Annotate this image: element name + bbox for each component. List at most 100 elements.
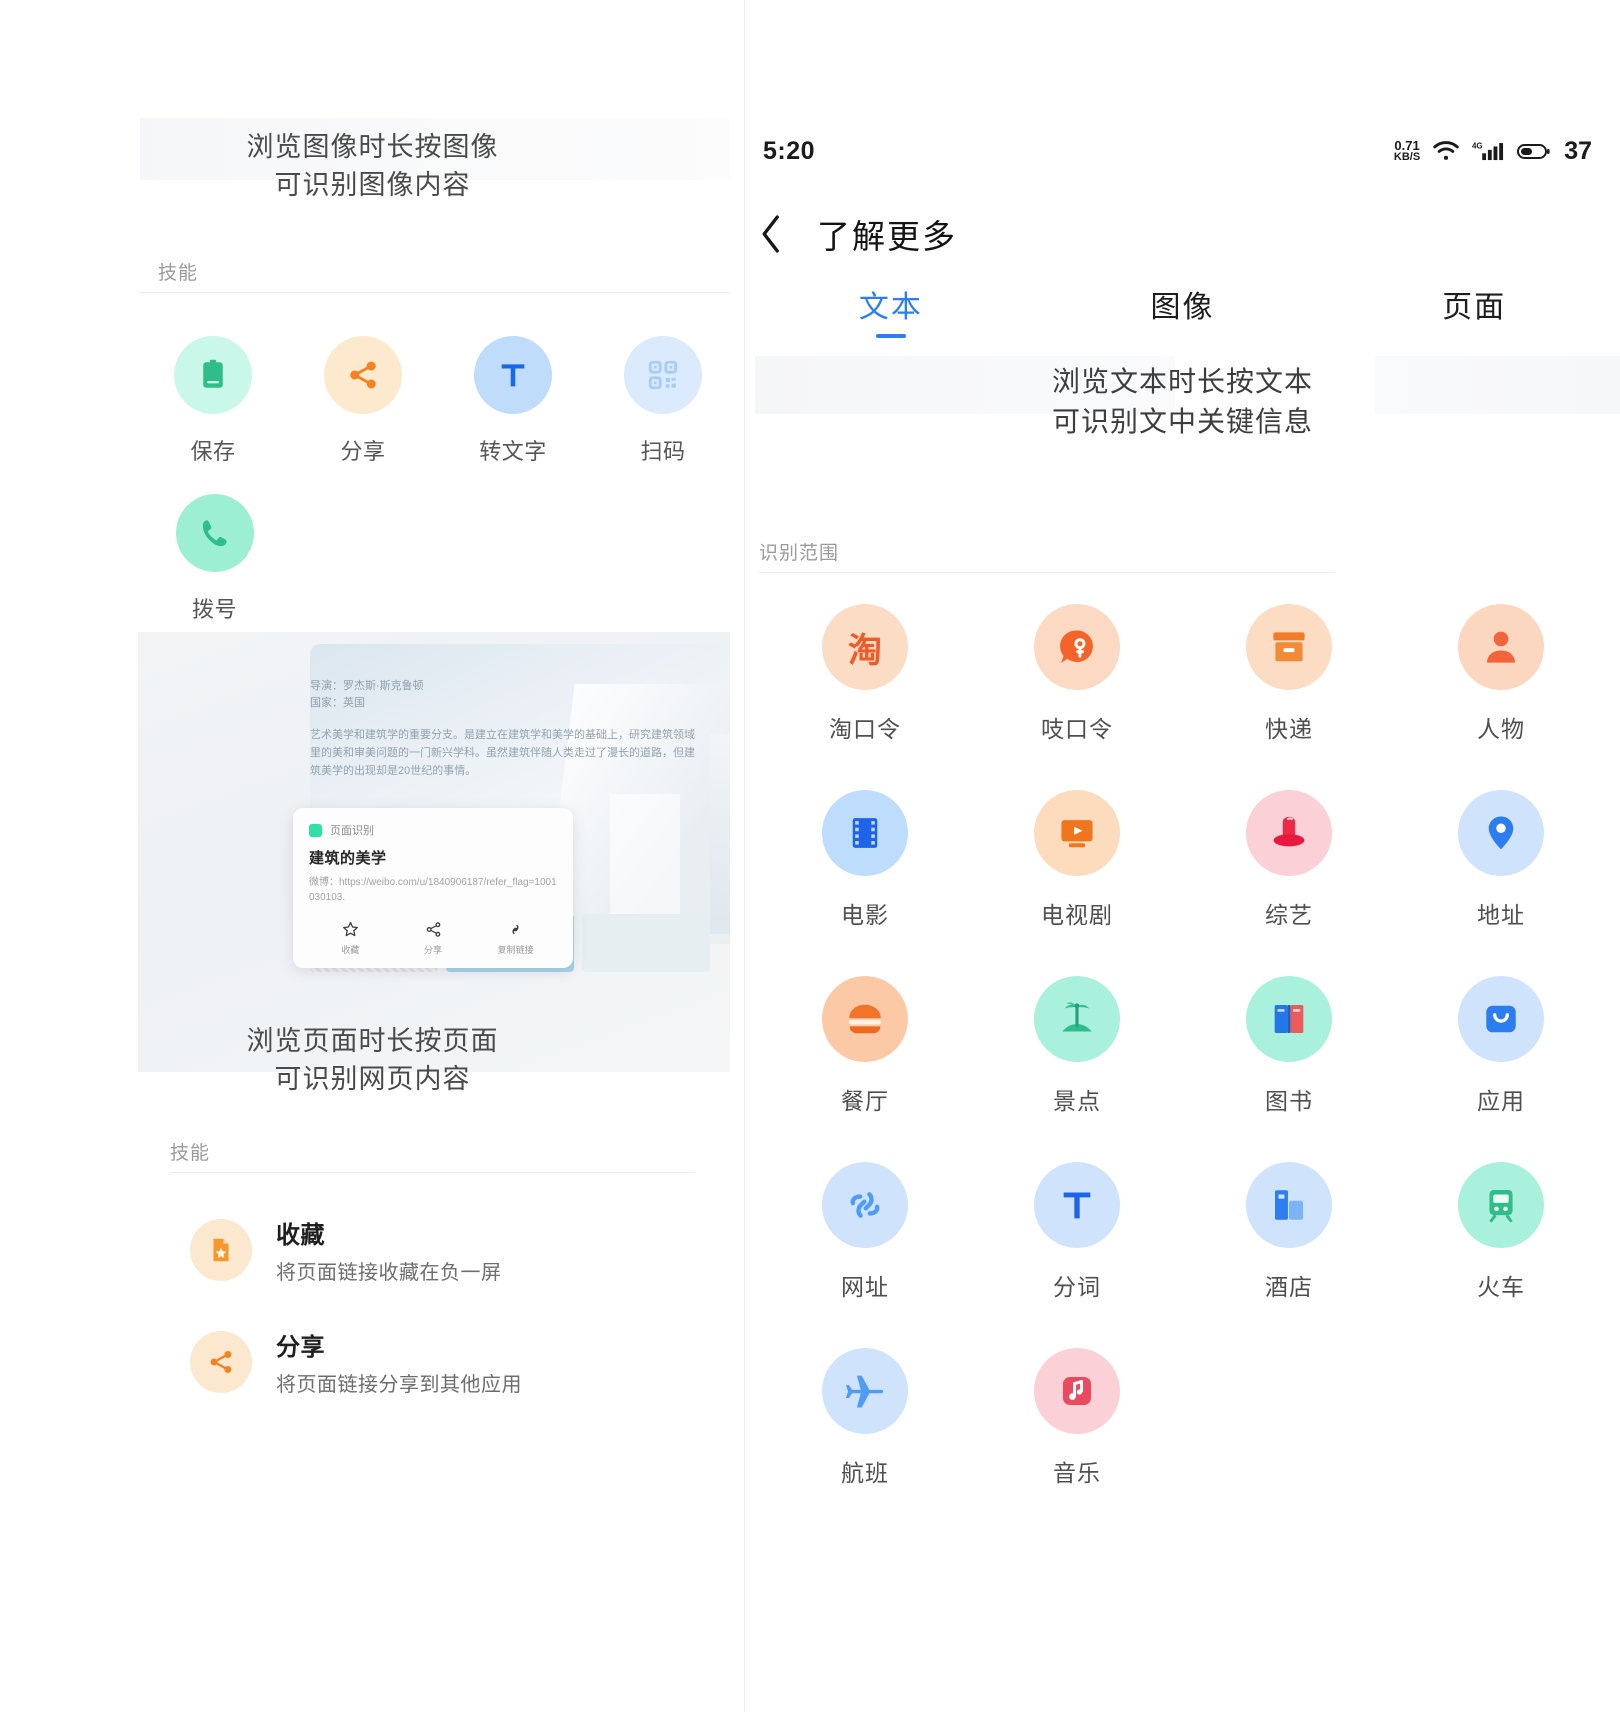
page-recognition-result-card[interactable]: 页面识别 建筑的美学 微博：https://weibo.com/u/184090… (293, 808, 573, 968)
scope-item-url[interactable]: 网址 (759, 1162, 971, 1302)
film-strip-icon (822, 790, 908, 876)
scope-item-word-segmentation[interactable]: 分词 (971, 1162, 1183, 1302)
result-card-tag-row: 页面识别 (309, 822, 557, 838)
skill-to-text[interactable]: 转文字 (438, 336, 588, 466)
left-skills-divider (140, 292, 730, 293)
text-t-icon (1034, 1162, 1120, 1248)
scope-label-word-segmentation: 分词 (1053, 1274, 1101, 1300)
share-nodes-icon (190, 1331, 252, 1393)
left-hero2-line2: 可识别网页内容 (274, 1064, 471, 1094)
scope-item-train[interactable]: 火车 (1395, 1162, 1607, 1302)
scope-label-alipay-code: 吱口令 (1041, 716, 1113, 742)
scope-item-hotel[interactable]: 酒店 (1183, 1162, 1395, 1302)
result-card-tag: 页面识别 (330, 825, 374, 837)
preview-meta-director: 导演：罗杰斯·斯克鲁顿 (310, 680, 424, 692)
package-box-icon (1246, 604, 1332, 690)
tab-page-underline (1459, 334, 1489, 338)
skill-save[interactable]: 保存 (138, 336, 288, 466)
phone-call-icon (175, 494, 254, 572)
chevron-left-icon[interactable] (759, 213, 785, 255)
tab-image[interactable]: 图像 (1037, 282, 1329, 352)
result-card-url: 微博：https://weibo.com/u/1840906187/refer_… (309, 877, 557, 903)
tab-image-label: 图像 (1150, 291, 1215, 324)
tv-play-icon (1034, 790, 1120, 876)
list-item-favorite[interactable]: 收藏 将页面链接收藏在负一屏 (190, 1215, 502, 1285)
list-item-share-text: 分享 将页面链接分享到其他应用 (276, 1327, 522, 1397)
scope-item-flight[interactable]: 航班 (759, 1348, 971, 1488)
qr-code-icon (624, 336, 702, 414)
burger-food-icon (822, 976, 908, 1062)
skill-share[interactable]: 分享 (288, 336, 438, 466)
right-hero-text: 浏览文本时长按文本 可识别文中关键信息 (745, 362, 1620, 442)
left-hero-line2: 可识别图像内容 (274, 170, 471, 200)
scope-item-taobao-code[interactable]: 淘 淘口令 (759, 604, 971, 744)
scope-item-person[interactable]: 人物 (1395, 604, 1607, 744)
result-card-copy-link-button[interactable]: 复制链接 (474, 920, 557, 956)
file-star-icon (190, 1219, 252, 1281)
scope-label-variety: 综艺 (1265, 902, 1313, 928)
list-item-favorite-text: 收藏 将页面链接收藏在负一屏 (276, 1215, 502, 1285)
scope-item-restaurant[interactable]: 餐厅 (759, 976, 971, 1116)
left-hero2-line1: 浏览页面时长按页面 (246, 1026, 499, 1056)
music-note-icon (1034, 1348, 1120, 1434)
preview-body-text: 艺术美学和建筑学的重要分支。是建立在建筑学和美学的基础上，研究建筑领域里的美和审… (310, 729, 695, 777)
wifi-icon (1433, 141, 1459, 160)
scope-label-restaurant: 餐厅 (841, 1088, 889, 1114)
scope-label-book: 图书 (1265, 1088, 1313, 1114)
skill-share-label: 分享 (340, 439, 386, 464)
tab-text-label: 文本 (858, 291, 923, 324)
result-card-share-button[interactable]: 分享 (392, 920, 475, 956)
app-store-bag-icon (1458, 976, 1544, 1062)
scope-cell-empty-2 (1395, 1348, 1607, 1488)
right-hero-line2: 可识别文中关键信息 (1051, 406, 1313, 437)
skill-to-text-label: 转文字 (479, 439, 547, 464)
page-title: 了解更多 (817, 218, 957, 255)
right-hero-section: 浏览文本时长按文本 可识别文中关键信息 (745, 356, 1620, 496)
scope-item-address[interactable]: 地址 (1395, 790, 1607, 930)
tab-image-underline (1168, 334, 1198, 338)
battery-percent: 37 (1564, 136, 1592, 165)
share-nodes-icon (324, 336, 402, 414)
scope-label-express: 快递 (1265, 716, 1313, 742)
signal-bars-icon: 4G (1472, 142, 1504, 161)
left-skill-row-1: 保存 分享 转文字 扫码 (138, 336, 738, 466)
left-hero-text: 浏览图像时长按图像 可识别图像内容 (0, 128, 745, 204)
scope-row-2: 电影 电视剧 综艺 地址 (759, 790, 1607, 930)
skill-dial[interactable]: 拨号 (138, 494, 291, 624)
scope-item-app[interactable]: 应用 (1395, 976, 1607, 1116)
tab-page[interactable]: 页面 (1328, 282, 1620, 352)
scope-label-tv-series: 电视剧 (1041, 902, 1113, 928)
preview-thumb-3 (582, 914, 710, 972)
taobao-code-icon: 淘 (822, 604, 908, 690)
variety-hat-icon (1246, 790, 1332, 876)
scope-item-alipay-code[interactable]: 吱口令 (971, 604, 1183, 744)
star-outline-icon (342, 921, 358, 937)
preview-meta: 导演：罗杰斯·斯克鲁顿 国家：英国 (310, 678, 424, 712)
scope-item-music[interactable]: 音乐 (971, 1348, 1183, 1488)
map-pin-icon (1458, 790, 1544, 876)
list-item-share-title: 分享 (276, 1334, 325, 1361)
scope-label-train: 火车 (1477, 1274, 1525, 1300)
scope-row-4: 网址 分词 酒店 火车 (759, 1162, 1607, 1302)
screenshot-root: 浏览图像时长按图像 可识别图像内容 技能 保存 分享 转文字 扫码 拨号 导演：… (0, 0, 1620, 1712)
panel-divider (744, 0, 745, 1712)
scope-label-app: 应用 (1477, 1088, 1525, 1114)
result-card-favorite-button[interactable]: 收藏 (309, 920, 392, 956)
list-item-share[interactable]: 分享 将页面链接分享到其他应用 (190, 1327, 522, 1397)
result-card-copy-link-label: 复制链接 (497, 945, 534, 955)
airplane-icon (822, 1348, 908, 1434)
right-panel-learn-more-page: 5:20 0.71 KB/S 4G 37 了解更多 文本 图像 页面 浏览文本时… (745, 0, 1620, 1712)
left-skills2-divider (170, 1172, 695, 1173)
alipay-code-icon (1034, 604, 1120, 690)
skill-scan-code[interactable]: 扫码 (588, 336, 738, 466)
scope-item-attraction[interactable]: 景点 (971, 976, 1183, 1116)
tab-bar: 文本 图像 页面 (745, 282, 1620, 352)
scope-label-person: 人物 (1477, 716, 1525, 742)
scope-item-variety[interactable]: 综艺 (1183, 790, 1395, 930)
train-icon (1458, 1162, 1544, 1248)
scope-item-movie[interactable]: 电影 (759, 790, 971, 930)
scope-item-tv-series[interactable]: 电视剧 (971, 790, 1183, 930)
scope-item-express[interactable]: 快递 (1183, 604, 1395, 744)
scope-item-book[interactable]: 图书 (1183, 976, 1395, 1116)
tab-text[interactable]: 文本 (745, 282, 1037, 352)
